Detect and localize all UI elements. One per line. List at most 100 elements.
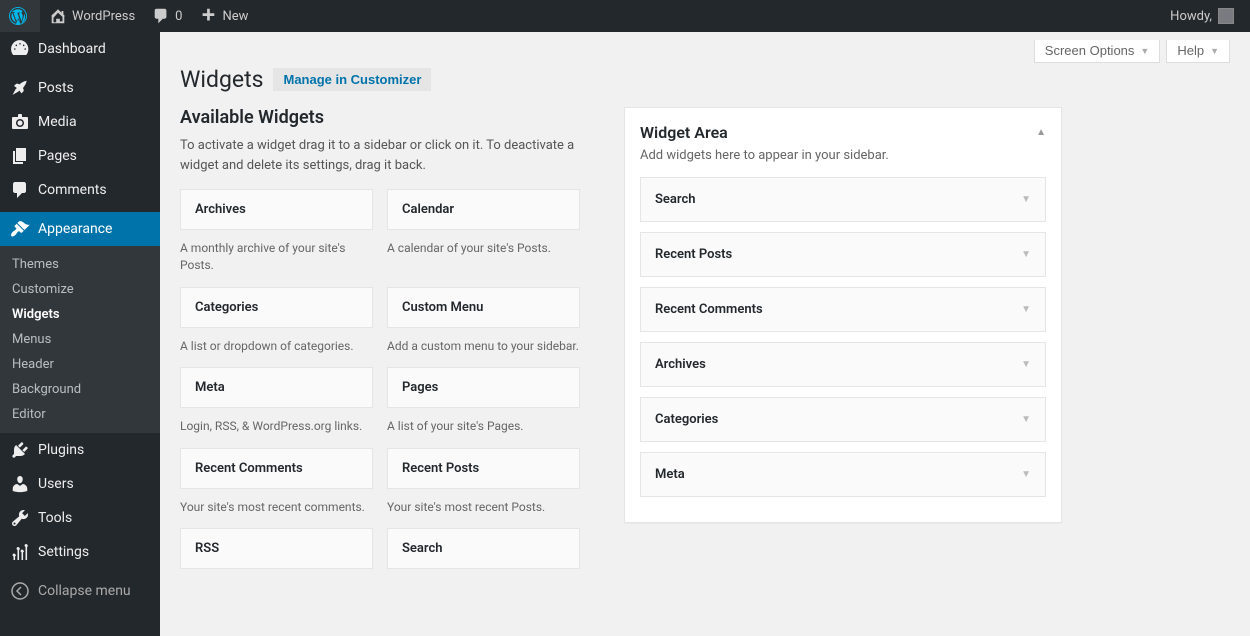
new-label: New xyxy=(222,9,248,24)
menu-plugins[interactable]: Plugins xyxy=(0,433,160,467)
collapse-icon xyxy=(10,581,30,601)
submenu-background[interactable]: Background xyxy=(0,377,160,402)
area-widget-title: Archives xyxy=(655,357,706,372)
chevron-down-icon: ▼ xyxy=(1140,46,1149,56)
widget-area-header[interactable]: Widget Area ▲ xyxy=(640,108,1046,148)
menu-comments[interactable]: Comments xyxy=(0,173,160,207)
area-widget-title: Search xyxy=(655,192,696,207)
admin-bar-right: Howdy, xyxy=(1162,0,1242,32)
brush-icon xyxy=(10,219,30,239)
menu-label: Media xyxy=(38,114,77,130)
page-title-row: Widgets Manage in Customizer xyxy=(180,66,1230,93)
pin-icon xyxy=(10,78,30,98)
collapse-menu[interactable]: Collapse menu xyxy=(0,574,160,608)
menu-dashboard[interactable]: Dashboard xyxy=(0,32,160,66)
main-container: Dashboard Posts Media Pages Comments App… xyxy=(0,32,1250,636)
chevron-down-icon[interactable]: ▼ xyxy=(1021,249,1031,260)
available-widget: Search xyxy=(387,528,580,569)
submenu-customize[interactable]: Customize xyxy=(0,277,160,302)
available-widgets-grid: ArchivesA monthly archive of your site's… xyxy=(180,189,580,569)
chevron-down-icon[interactable]: ▼ xyxy=(1021,304,1031,315)
submenu-widgets[interactable]: Widgets xyxy=(0,302,160,327)
available-widget: RSS xyxy=(180,528,373,569)
menu-media[interactable]: Media xyxy=(0,105,160,139)
area-widget-item[interactable]: Categories ▼ xyxy=(640,397,1046,442)
chevron-down-icon[interactable]: ▼ xyxy=(1021,469,1031,480)
howdy-text: Howdy, xyxy=(1170,9,1212,24)
available-widget: CategoriesA list or dropdown of categori… xyxy=(180,287,373,357)
chevron-down-icon[interactable]: ▼ xyxy=(1021,414,1031,425)
available-widgets-column: Available Widgets To activate a widget d… xyxy=(180,107,580,569)
area-widget-item[interactable]: Recent Posts ▼ xyxy=(640,232,1046,277)
available-widget-title[interactable]: Recent Comments xyxy=(180,448,373,489)
available-widget-title[interactable]: Meta xyxy=(180,367,373,408)
available-widget-title[interactable]: Search xyxy=(387,528,580,569)
available-widget-title[interactable]: Pages xyxy=(387,367,580,408)
available-widget-title[interactable]: Calendar xyxy=(387,189,580,230)
admin-sidebar: Dashboard Posts Media Pages Comments App… xyxy=(0,32,160,636)
menu-users[interactable]: Users xyxy=(0,467,160,501)
menu-settings[interactable]: Settings xyxy=(0,535,160,569)
appearance-submenu: Themes Customize Widgets Menus Header Ba… xyxy=(0,246,160,433)
manage-in-customizer-button[interactable]: Manage in Customizer xyxy=(273,68,431,91)
area-widget-item[interactable]: Recent Comments▼ xyxy=(640,287,1046,332)
wordpress-logo-icon xyxy=(8,6,28,26)
chevron-up-icon[interactable]: ▲ xyxy=(1036,127,1046,138)
wp-logo-menu[interactable] xyxy=(0,0,40,32)
comment-count: 0 xyxy=(175,9,182,24)
menu-label: Posts xyxy=(38,80,74,96)
chevron-down-icon[interactable]: ▼ xyxy=(1021,359,1031,370)
chevron-down-icon[interactable]: ▼ xyxy=(1021,194,1031,205)
help-button[interactable]: Help ▼ xyxy=(1166,40,1230,63)
screen-options-button[interactable]: Screen Options ▼ xyxy=(1034,40,1161,63)
plus-icon xyxy=(198,6,218,26)
submenu-editor[interactable]: Editor xyxy=(0,402,160,427)
menu-posts[interactable]: Posts xyxy=(0,71,160,105)
available-widget: ArchivesA monthly archive of your site's… xyxy=(180,189,373,277)
available-widget-desc: A list of your site's Pages. xyxy=(387,408,580,437)
site-name-link[interactable]: WordPress xyxy=(40,0,143,32)
available-widget: PagesA list of your site's Pages. xyxy=(387,367,580,437)
available-widget-title[interactable]: RSS xyxy=(180,528,373,569)
comments-icon xyxy=(10,180,30,200)
new-content-link[interactable]: New xyxy=(190,0,256,32)
menu-label: Plugins xyxy=(38,442,84,458)
menu-label: Comments xyxy=(38,182,107,198)
menu-label: Appearance xyxy=(38,221,112,237)
submenu-themes[interactable]: Themes xyxy=(0,252,160,277)
area-widget-item[interactable]: Meta ▼ xyxy=(640,452,1046,497)
available-widget: CalendarA calendar of your site's Posts. xyxy=(387,189,580,277)
site-name-text: WordPress xyxy=(72,9,135,24)
available-widget-title[interactable]: Recent Posts xyxy=(387,448,580,489)
area-widget-item[interactable]: Archives ▼ xyxy=(640,342,1046,387)
menu-pages[interactable]: Pages xyxy=(0,139,160,173)
area-widget-title: Categories xyxy=(655,412,718,427)
chevron-down-icon: ▼ xyxy=(1210,46,1219,56)
area-widget-title: Recent Posts xyxy=(655,247,732,262)
available-widget-title[interactable]: Archives xyxy=(180,189,373,230)
available-widget-desc: A list or dropdown of categories. xyxy=(180,328,373,357)
comment-icon xyxy=(151,6,171,26)
user-icon xyxy=(10,474,30,494)
widget-area-list: Search▼Recent Posts▼Recent Comments▼Arch… xyxy=(640,177,1046,497)
available-widget-title[interactable]: Custom Menu xyxy=(387,287,580,328)
my-account-link[interactable]: Howdy, xyxy=(1162,0,1242,32)
available-widget: Custom MenuAdd a custom menu to your sid… xyxy=(387,287,580,357)
available-widget-title[interactable]: Categories xyxy=(180,287,373,328)
comments-link[interactable]: 0 xyxy=(143,0,190,32)
area-widget-title: Meta xyxy=(655,467,685,482)
area-widget-item[interactable]: Search ▼ xyxy=(640,177,1046,222)
widget-area-title: Widget Area xyxy=(640,123,728,142)
help-label: Help xyxy=(1177,43,1204,58)
available-widget-desc: Add a custom menu to your sidebar. xyxy=(387,328,580,357)
submenu-header[interactable]: Header xyxy=(0,352,160,377)
menu-tools[interactable]: Tools xyxy=(0,501,160,535)
page-title: Widgets xyxy=(180,66,263,93)
submenu-menus[interactable]: Menus xyxy=(0,327,160,352)
available-widgets-desc: To activate a widget drag it to a sideba… xyxy=(180,136,580,175)
dashboard-icon xyxy=(10,39,30,59)
menu-label: Settings xyxy=(38,544,89,560)
menu-appearance[interactable]: Appearance xyxy=(0,212,160,246)
admin-bar: WordPress 0 New Howdy, xyxy=(0,0,1250,32)
available-widget-desc: A calendar of your site's Posts. xyxy=(387,230,580,259)
